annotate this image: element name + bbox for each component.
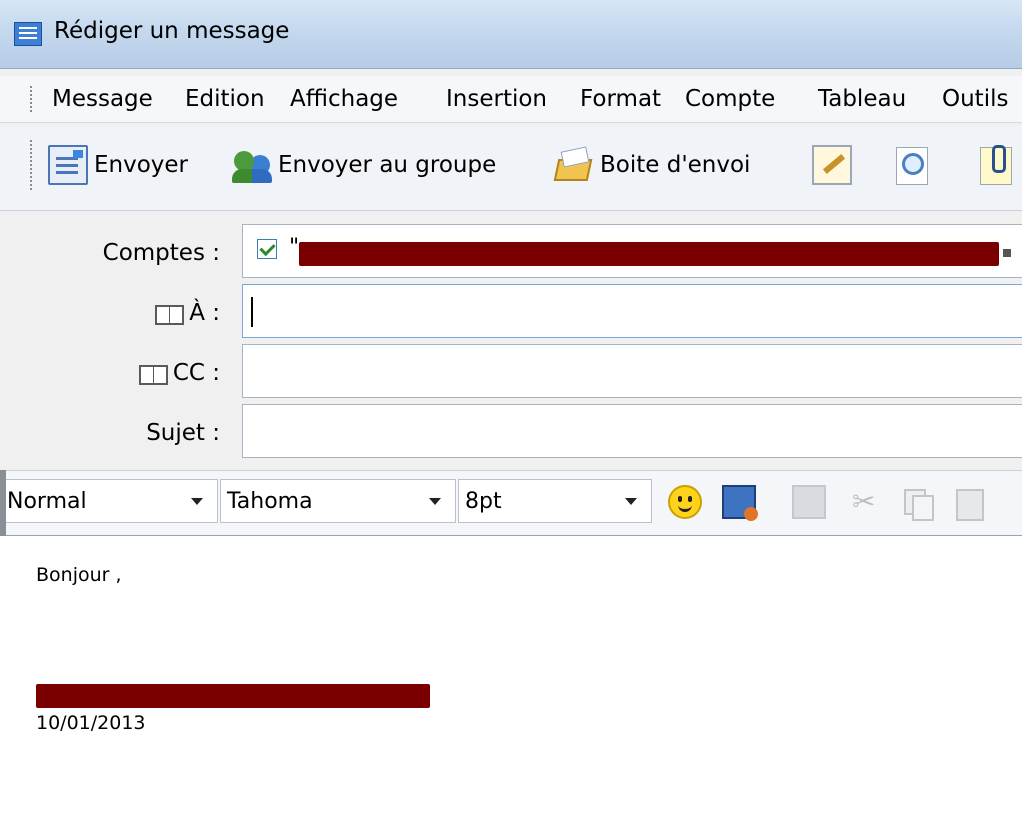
font-select[interactable]: Tahoma — [220, 479, 456, 523]
redacted-account — [299, 242, 999, 266]
menu-insertion[interactable]: Insertion — [446, 86, 547, 112]
cc-label: CC : — [172, 360, 220, 386]
edit-button[interactable] — [812, 142, 852, 188]
compose-window-icon — [14, 22, 42, 46]
font-dropdown-icon[interactable] — [429, 497, 441, 505]
account-quote: " — [289, 235, 300, 260]
cc-label-wrap: CC : — [138, 360, 220, 386]
subject-field[interactable] — [242, 404, 1022, 458]
outbox-button[interactable]: Boite d'envoi — [554, 142, 750, 188]
style-select[interactable]: Normal — [0, 479, 218, 523]
smiley-icon[interactable] — [668, 485, 702, 519]
account-checkbox[interactable] — [257, 239, 277, 259]
to-label: À : — [189, 300, 220, 326]
header-fields: Comptes : " À : CC : Sujet : — [0, 212, 1022, 468]
cc-field[interactable] — [242, 344, 1022, 398]
title-bar: Rédiger un message — [0, 0, 1022, 69]
address-book-cc-icon[interactable] — [138, 363, 168, 385]
menu-compte[interactable]: Compte — [685, 86, 775, 112]
menu-bar: Message Edition Affichage Insertion Form… — [0, 76, 1022, 123]
font-value: Tahoma — [227, 488, 313, 514]
attach-button[interactable] — [976, 142, 1016, 188]
menu-message[interactable]: Message — [52, 86, 153, 112]
size-select[interactable]: 8pt — [458, 479, 652, 523]
paste-icon[interactable] — [952, 485, 986, 521]
accounts-field[interactable]: " — [242, 224, 1022, 278]
menu-outils[interactable]: Outils — [942, 86, 1008, 112]
cc-input[interactable] — [243, 345, 1022, 397]
send-button-label: Envoyer — [94, 152, 189, 178]
redacted-signature — [36, 684, 430, 708]
menu-edition[interactable]: Edition — [185, 86, 265, 112]
to-label-wrap: À : — [155, 300, 220, 326]
edit-icon — [812, 145, 852, 185]
outbox-icon — [554, 145, 594, 185]
to-input[interactable] — [243, 285, 1022, 337]
style-dropdown-icon[interactable] — [191, 497, 203, 505]
subject-input[interactable] — [243, 405, 1022, 457]
window-title: Rédiger un message — [54, 18, 290, 44]
accounts-label: Comptes : — [102, 240, 220, 266]
format-toolbar: Normal Tahoma 8pt — [0, 470, 1022, 537]
box-icon[interactable] — [792, 485, 826, 519]
to-field[interactable] — [242, 284, 1022, 338]
style-value: Normal — [7, 488, 87, 514]
menu-format[interactable]: Format — [580, 86, 661, 112]
group-icon — [232, 145, 272, 185]
account-overflow-dot — [1003, 249, 1011, 257]
screen-capture-icon[interactable] — [722, 485, 758, 521]
outbox-label: Boite d'envoi — [600, 152, 751, 178]
find-icon — [892, 145, 932, 185]
body-greeting: Bonjour , — [36, 564, 122, 586]
size-value: 8pt — [465, 488, 502, 514]
message-body-editor[interactable]: Bonjour , 10/01/2013 — [0, 536, 1022, 837]
address-book-icon[interactable] — [155, 303, 185, 325]
toolbar-grip[interactable] — [30, 140, 36, 190]
menu-affichage[interactable]: Affichage — [290, 86, 398, 112]
copy-icon[interactable] — [900, 485, 934, 521]
attach-icon — [976, 145, 1016, 185]
size-dropdown-icon[interactable] — [625, 497, 637, 505]
compose-window: Rédiger un message Message Edition Affic… — [0, 0, 1022, 837]
menu-tableau[interactable]: Tableau — [818, 86, 906, 112]
send-to-group-button[interactable]: Envoyer au groupe — [232, 142, 496, 188]
send-to-group-label: Envoyer au groupe — [278, 152, 497, 178]
main-toolbar: Envoyer Envoyer au groupe Boite d'envoi — [0, 126, 1022, 211]
body-date: 10/01/2013 — [36, 712, 146, 734]
find-button[interactable] — [892, 142, 932, 188]
cut-icon[interactable] — [848, 485, 882, 519]
text-caret — [251, 297, 253, 327]
subject-label: Sujet : — [146, 420, 220, 446]
send-button[interactable]: Envoyer — [48, 142, 188, 188]
menubar-grip[interactable] — [30, 86, 36, 112]
send-icon — [48, 145, 88, 185]
